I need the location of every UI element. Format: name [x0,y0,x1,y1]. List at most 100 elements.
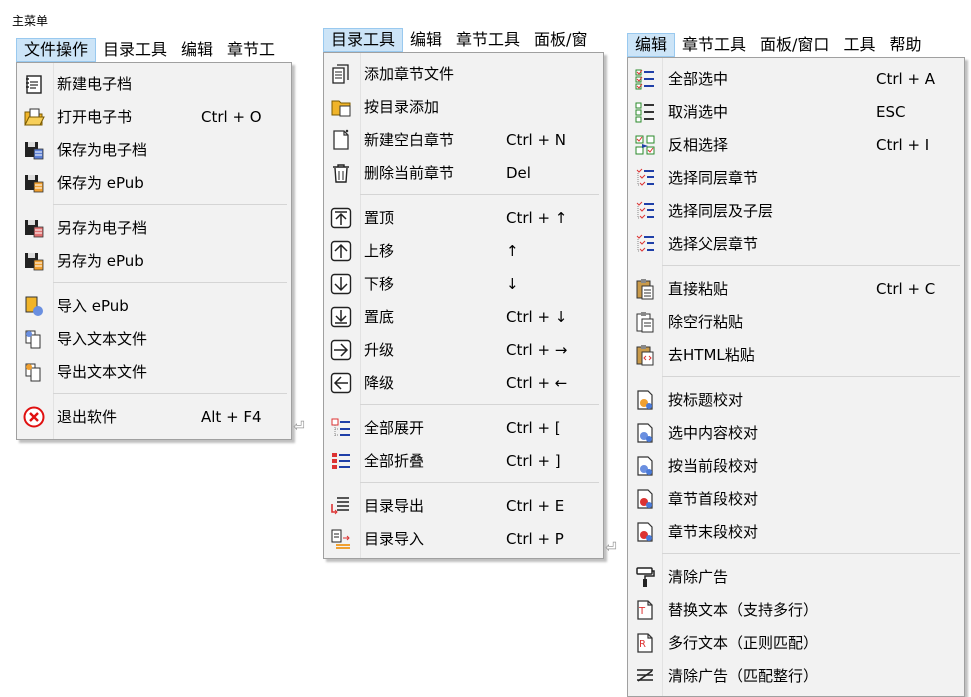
clear-ad-line-icon [633,664,657,688]
menu-separator [53,204,287,205]
menu-item-paint-roller[interactable]: 清除广告 [630,560,962,593]
menu-item-save-as-epub[interactable]: 另存为 ePub [19,244,289,277]
menu-item-proof-paragraph[interactable]: 按当前段校对 [630,449,962,482]
tab-panel-window[interactable]: 面板/窗口 [753,33,836,57]
tab-chapter-tools[interactable]: 章节工具 [449,28,527,52]
menu-item-shortcut: Ctrl + → [506,340,568,359]
menu-item-shortcut: Del [506,163,531,182]
menu-item-label: 全部展开 [364,419,425,437]
menu-item-label: 替换文本（支持多行） [668,601,819,619]
menu-item-toc-export[interactable]: 目录导出 Ctrl + E [326,489,601,522]
menu-item-collapse-all[interactable]: 全部折叠 Ctrl + ] [326,444,601,477]
menu-item-save-as-ebook[interactable]: 另存为电子档 [19,211,289,244]
menu-item-deselect[interactable]: 取消选中 ESC [630,95,962,128]
menu-item-move-bottom[interactable]: 置底 Ctrl + ↓ [326,300,601,333]
menu-separator [53,393,287,394]
menu-item-label: 选择父层章节 [668,235,759,253]
menu-item-label: 打开电子书 [57,108,133,126]
menu-item-shortcut: Ctrl + I [876,135,930,154]
menu-item-paste-strip-html[interactable]: 去HTML粘贴 [630,338,962,371]
menu-item-shortcut: ↑ [506,241,519,260]
proof-paragraph-icon [633,454,657,478]
menu-item-select-parent[interactable]: 选择父层章节 [630,227,962,260]
menu-item-new-ebook[interactable]: 新建电子档 [19,67,289,100]
menu-item-shortcut: Ctrl + ↑ [506,208,568,227]
menu-item-open-folder[interactable]: 打开电子书 Ctrl + O [19,100,289,133]
save-as-ebook-icon [22,216,46,240]
menu-item-shortcut: Ctrl + N [506,130,567,149]
menu-item-expand-all[interactable]: 全部展开 Ctrl + [ [326,411,601,444]
tab-toc-tools[interactable]: 目录工具 [96,38,174,62]
menu-item-exit[interactable]: 退出软件 Alt + F4 [19,400,289,433]
menu-item-move-up[interactable]: 上移 ↑ [326,234,601,267]
menu-item-label: 添加章节文件 [364,65,455,83]
menu-item-toc-import[interactable]: 目录导入 Ctrl + P [326,522,601,555]
svg-text:R: R [639,639,646,650]
menu-item-label: 按目录添加 [364,98,440,116]
menu-item-promote[interactable]: 升级 Ctrl + → [326,333,601,366]
menu-item-label: 另存为电子档 [57,219,148,237]
menu-item-trash[interactable]: 删除当前章节 Del [326,156,601,189]
edit-menu-panel: 编辑 章节工具 面板/窗口 工具 帮助 全部选中 Ctrl + A 取消选中 ESC 反… [627,32,971,697]
replace-text-icon: T [633,598,657,622]
menu-item-label: 另存为 ePub [57,252,144,270]
tab-edit[interactable]: 编辑 [627,32,676,57]
menu-item-move-top[interactable]: 置顶 Ctrl + ↑ [326,201,601,234]
collapse-all-icon [329,449,353,473]
menu-item-select-all[interactable]: 全部选中 Ctrl + A [630,62,962,95]
menu-item-shortcut: Ctrl + ] [506,451,561,470]
menu-item-clear-ad-line[interactable]: 清除广告（匹配整行） [630,659,962,692]
menu-item-replace-text[interactable]: T 替换文本（支持多行） [630,593,962,626]
menu-item-select-sibling[interactable]: 选择同层章节 [630,161,962,194]
tab-chapter-tools[interactable]: 章节工具 [675,33,753,57]
move-bottom-icon [329,305,353,329]
menu-item-select-sibling-children[interactable]: 选择同层及子层 [630,194,962,227]
menu-item-paste[interactable]: 直接粘贴 Ctrl + C [630,272,962,305]
menu-item-regex-text[interactable]: R 多行文本（正则匹配） [630,626,962,659]
menu-item-invert-selection[interactable]: 反相选择 Ctrl + I [630,128,962,161]
file-menu-panel: 文件操作 目录工具 编辑 章节工 新建电子档打开电子书 Ctrl + O 保存为电子… [16,37,305,447]
tab-panel-window[interactable]: 面板/窗 [527,28,594,52]
menu-separator [360,194,599,195]
import-text-icon [22,327,46,351]
menu-item-proof-last-paragraph[interactable]: 章节末段校对 [630,515,962,548]
menu-item-label: 新建电子档 [57,75,133,93]
tab-tools[interactable]: 工具 [836,33,882,57]
menu-item-label: 清除广告（匹配整行） [668,667,819,685]
menu-item-add-chapter-file[interactable]: 添加章节文件 [326,57,601,90]
svg-text:T: T [638,606,646,617]
menu-item-save-epub[interactable]: 保存为 ePub [19,166,289,199]
menu-item-label: 升级 [364,341,395,359]
demote-icon [329,371,353,395]
menu-item-demote[interactable]: 降级 Ctrl + ← [326,366,601,399]
menu-item-label: 删除当前章节 [364,164,455,182]
menu-item-shortcut: Ctrl + P [506,529,564,548]
menu-item-move-down[interactable]: 下移 ↓ [326,267,601,300]
menu-item-import-epub[interactable]: 导入 ePub [19,289,289,322]
menu-item-label: 导入文本文件 [57,330,148,348]
menu-item-export-text[interactable]: 导出文本文件 [19,355,289,388]
tab-edit[interactable]: 编辑 [403,28,449,52]
menu-item-label: 章节末段校对 [668,523,759,541]
trash-icon [329,161,353,185]
tab-file[interactable]: 文件操作 [16,37,97,62]
menu-item-import-text[interactable]: 导入文本文件 [19,322,289,355]
paste-strip-html-icon [633,343,657,367]
menu-item-label: 上移 [364,242,395,260]
menu-item-proof-selection[interactable]: 选中内容校对 [630,416,962,449]
tab-help[interactable]: 帮助 [882,33,928,57]
menu-item-new-blank-chapter[interactable]: 新建空白章节 Ctrl + N [326,123,601,156]
tab-edit[interactable]: 编辑 [174,38,220,62]
menu-separator [662,265,960,266]
menu-item-paste-no-blank[interactable]: 除空行粘贴 [630,305,962,338]
move-down-icon [329,272,353,296]
select-parent-icon [633,232,657,256]
menu-item-save-ebook[interactable]: 保存为电子档 [19,133,289,166]
menu-item-proof-first-paragraph[interactable]: 章节首段校对 [630,482,962,515]
menu-item-label: 按当前段校对 [668,457,759,475]
menu-item-proof-title[interactable]: 按标题校对 [630,383,962,416]
tab-chapter-tools[interactable]: 章节工 [220,38,282,62]
menu-item-label: 去HTML粘贴 [668,346,755,364]
menu-item-add-by-directory[interactable]: 按目录添加 [326,90,601,123]
tab-toc-tools[interactable]: 目录工具 [323,27,404,52]
